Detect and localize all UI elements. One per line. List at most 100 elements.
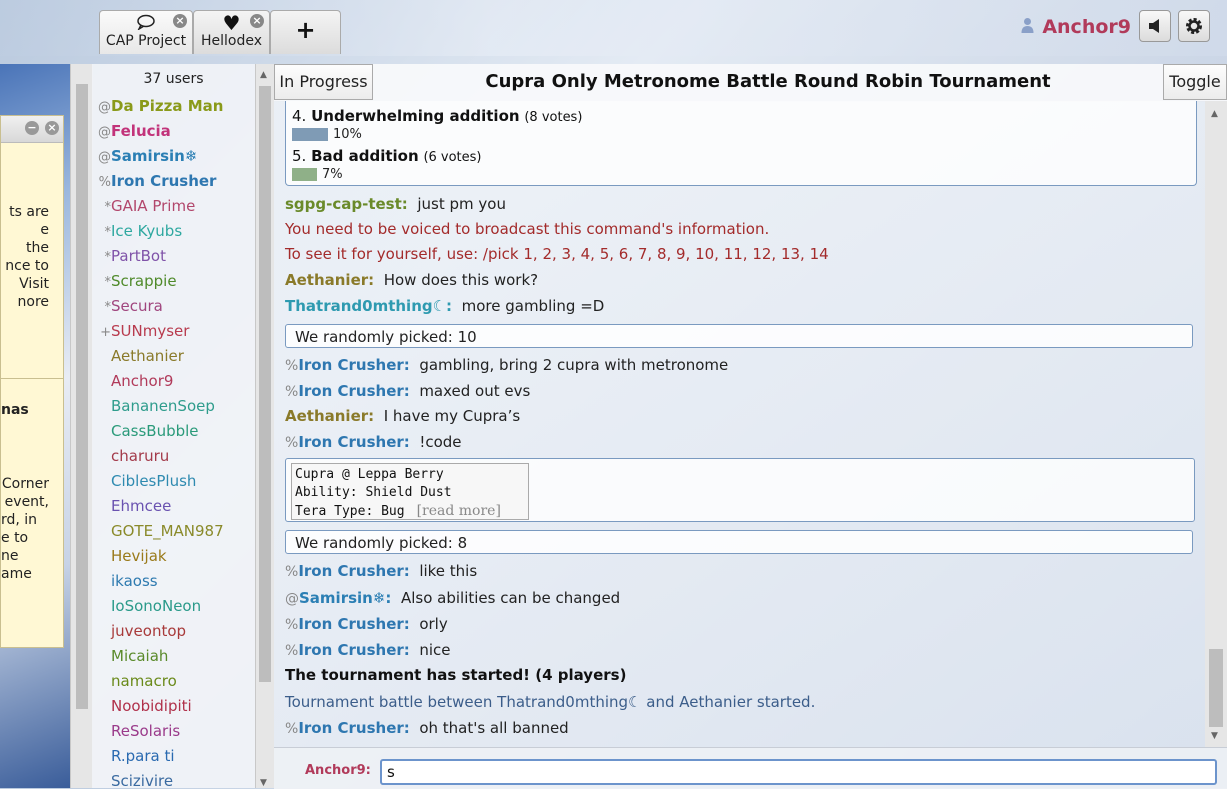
user-list-item[interactable]: BananenSoep [92, 394, 215, 419]
scrollbar-thumb[interactable] [76, 84, 88, 709]
user-list-item[interactable]: CiblesPlush [92, 469, 196, 494]
top-bar: × CAP Project ♥ × Hellodex + Anchor9 [0, 0, 1227, 56]
popup-text: ame [1, 566, 32, 582]
scroll-down-icon[interactable]: ▼ [260, 778, 267, 788]
close-tab-icon[interactable]: × [173, 14, 187, 28]
user-list-item[interactable]: ikaoss [92, 569, 158, 594]
minimize-icon[interactable]: − [25, 121, 39, 135]
message-username[interactable]: Iron Crusher: [298, 382, 409, 400]
chat-scrollbar[interactable]: ▲ ▼ [1205, 101, 1227, 747]
popup-text: event, [4, 494, 49, 510]
user-name: juveontop [111, 622, 187, 640]
close-icon[interactable]: × [45, 121, 59, 135]
user-list-item[interactable]: +SUNmyser [92, 319, 189, 344]
popup-text: e to [1, 530, 29, 546]
poll-option-votes: (8 votes) [524, 110, 583, 125]
message-rank: @ [285, 591, 299, 607]
user-name: GAIA Prime [111, 197, 196, 215]
chat-message: %Iron Crusher: like this [285, 559, 477, 583]
message-text: just pm you [417, 195, 506, 213]
scroll-up-icon[interactable]: ▲ [1211, 109, 1218, 119]
close-tab-icon[interactable]: × [250, 14, 264, 28]
message-text: maxed out evs [419, 382, 531, 400]
user-list-item[interactable]: ReSolaris [92, 719, 180, 744]
scroll-up-icon[interactable]: ▲ [260, 70, 267, 80]
user-list-item[interactable]: @Felucia [92, 119, 171, 144]
popup-text: Corner [1, 476, 49, 492]
user-list-item[interactable]: %Iron Crusher [92, 169, 217, 194]
user-list-item[interactable]: Aethanier [92, 344, 184, 369]
user-list-item[interactable]: *GAIA Prime [92, 194, 196, 219]
popup-text: nce to [5, 258, 49, 274]
error-message: You need to be voiced to broadcast this … [285, 220, 770, 238]
message-username[interactable]: Iron Crusher: [298, 719, 409, 737]
popup-link[interactable]: Visit [1, 276, 49, 292]
chat-message: Aethanier: How does this work? [285, 268, 538, 292]
settings-button[interactable] [1178, 10, 1210, 42]
user-list-item[interactable]: Hevijak [92, 544, 167, 569]
user-count[interactable]: 37 users [92, 64, 255, 94]
read-more-link[interactable]: [read more] [417, 503, 501, 519]
message-username[interactable]: Aethanier: [285, 271, 374, 289]
user-name: Secura [111, 297, 163, 315]
message-username[interactable]: Thatrand0mthing☾: [285, 297, 452, 315]
message-username[interactable]: Iron Crusher: [298, 641, 409, 659]
user-icon [1021, 18, 1040, 37]
message-username[interactable]: Iron Crusher: [298, 433, 409, 451]
user-name: Micaiah [111, 647, 169, 665]
scrollbar-thumb[interactable] [259, 86, 271, 682]
user-list-item[interactable]: CassBubble [92, 419, 199, 444]
user-list-item[interactable]: R.para ti [92, 744, 175, 769]
user-name: PartBot [111, 247, 166, 265]
user-list-item[interactable]: *Scrappie [92, 269, 177, 294]
user-list-item[interactable]: IoSonoNeon [92, 594, 201, 619]
scroll-down-icon[interactable]: ▼ [1211, 731, 1218, 741]
message-username[interactable]: Iron Crusher: [298, 356, 409, 374]
user-list-item[interactable]: Noobidipiti [92, 694, 192, 719]
poll-option-number: 5. [292, 147, 307, 165]
message-username[interactable]: Iron Crusher: [298, 615, 409, 633]
user-list: 37 users @Da Pizza Man @Felucia @Samirsin❄… [92, 64, 256, 788]
message-text: nice [419, 641, 451, 659]
user-list-item[interactable]: GOTE_MAN987 [92, 519, 224, 544]
user-list-item[interactable]: *Secura [92, 294, 163, 319]
user-list-item[interactable]: namacro [92, 669, 177, 694]
user-list-item[interactable]: @Da Pizza Man [92, 94, 223, 119]
user-rank: @ [98, 125, 111, 140]
tab-cap-project[interactable]: × CAP Project [99, 10, 193, 54]
message-username[interactable]: Iron Crusher: [298, 562, 409, 580]
left-scrollbar[interactable] [70, 64, 93, 788]
user-name: namacro [111, 672, 177, 690]
message-text: !code [419, 433, 462, 451]
user-list-item[interactable]: *Ice Kyubs [92, 219, 183, 244]
scrollbar-thumb[interactable] [1209, 649, 1223, 727]
popup-text: rd, in [1, 512, 38, 528]
tournament-status-button[interactable]: In Progress [274, 64, 373, 100]
user-list-item[interactable]: charuru [92, 444, 169, 469]
poll-percent: 10% [333, 127, 362, 142]
message-text: Also abilities can be changed [400, 589, 621, 607]
new-tab-button[interactable]: + [270, 10, 341, 54]
sound-button[interactable] [1139, 10, 1171, 42]
user-list-item[interactable]: Ehmcee [92, 494, 171, 519]
message-username[interactable]: sgpg-cap-test: [285, 195, 408, 213]
popup-text: ts are [9, 204, 49, 220]
user-list-item[interactable]: @Samirsin❄ [92, 144, 197, 169]
user-list-item[interactable]: Anchor9 [92, 369, 173, 394]
tab-hellodex[interactable]: ♥ × Hellodex [193, 10, 270, 54]
toggle-button[interactable]: Toggle [1163, 64, 1227, 100]
message-username[interactable]: Samirsin❄: [299, 589, 391, 607]
chat-input[interactable] [380, 759, 1217, 785]
user-list-item[interactable]: Micaiah [92, 644, 168, 669]
user-list-item[interactable]: juveontop [92, 619, 186, 644]
user-list-item[interactable]: *PartBot [92, 244, 166, 269]
message-rank: % [285, 358, 299, 374]
message-username[interactable]: Aethanier: [285, 407, 374, 425]
userlist-scrollbar[interactable]: ▲ ▼ [255, 64, 274, 788]
user-list-item[interactable]: Scizivire [92, 769, 173, 788]
poll-option-label: Bad addition [311, 147, 419, 165]
gear-icon [1184, 15, 1204, 36]
user-name: Da Pizza Man [111, 97, 224, 115]
current-user[interactable]: Anchor9 [1021, 14, 1131, 40]
user-name: ikaoss [111, 572, 158, 590]
